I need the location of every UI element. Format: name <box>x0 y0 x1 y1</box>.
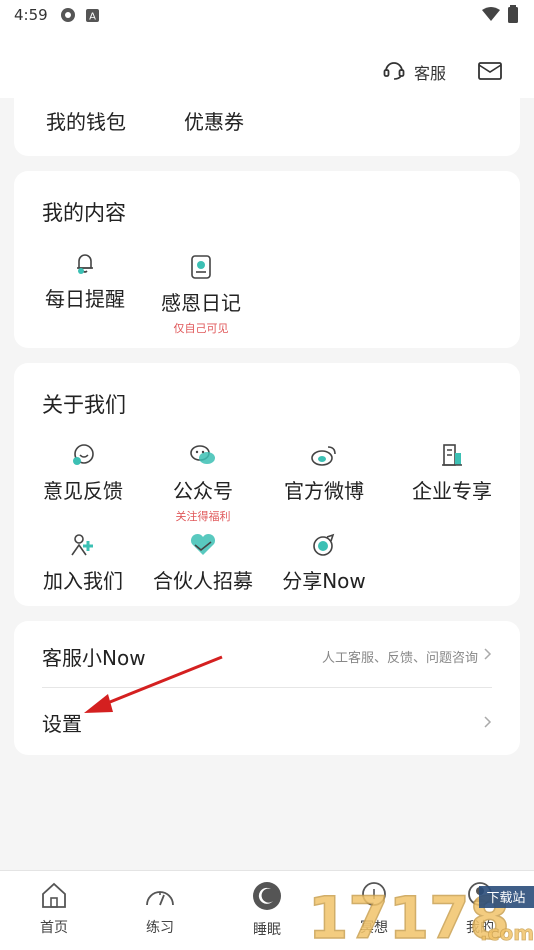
site-watermark: 17178 下载站 .com <box>307 883 534 950</box>
share-icon <box>269 527 379 557</box>
support-card: 客服小Now 人工客服、反馈、问题咨询 设置 <box>14 621 520 755</box>
item-label: 合伙人招募 <box>153 569 253 593</box>
item-label: 感恩日记 <box>161 291 241 315</box>
diary-icon <box>146 249 256 279</box>
tab-label: 睡眠 <box>253 922 281 938</box>
item-label: 意见反馈 <box>43 479 123 503</box>
wechat-icon <box>148 437 258 467</box>
divider <box>42 687 492 688</box>
tab-sleep[interactable]: 睡眠 <box>227 881 307 939</box>
coupons-link[interactable]: 优惠券 <box>184 106 244 135</box>
section-title: 我的内容 <box>42 201 126 225</box>
item-label: 公众号 <box>173 479 233 503</box>
official-account-item[interactable]: 公众号 关注得福利 <box>148 437 258 524</box>
feedback-item[interactable]: 意见反馈 <box>28 437 138 504</box>
service-title: 客服小Now <box>42 645 146 670</box>
customer-service-row[interactable]: 客服小Now 人工客服、反馈、问题咨询 <box>42 623 492 689</box>
join-us-item[interactable]: 加入我们 <box>28 527 138 594</box>
tab-label: 练习 <box>146 920 174 936</box>
battery-icon <box>508 5 518 27</box>
bell-icon <box>30 245 140 275</box>
headset-icon <box>382 58 406 86</box>
moon-icon <box>251 882 283 915</box>
tab-practice[interactable]: 练习 <box>120 881 200 937</box>
gratitude-diary-item[interactable]: 感恩日记 仅自己可见 <box>146 249 256 336</box>
settings-row[interactable]: 设置 <box>42 689 492 755</box>
wifi-icon <box>482 7 500 25</box>
join-icon <box>28 527 138 557</box>
app-notification-icon <box>60 7 76 23</box>
feedback-icon <box>28 437 138 467</box>
my-wallet-link[interactable]: 我的钱包 <box>46 106 126 135</box>
service-hint-text: 人工客服、反馈、问题咨询 <box>321 650 478 666</box>
tab-home[interactable]: 首页 <box>14 881 94 937</box>
item-label: 加入我们 <box>43 569 123 593</box>
daily-reminder-item[interactable]: 每日提醒 <box>30 245 140 312</box>
partner-icon <box>148 527 258 557</box>
item-label: 每日提醒 <box>45 287 125 311</box>
chevron-right-icon <box>484 648 492 664</box>
share-now-item[interactable]: 分享Now <box>269 527 379 594</box>
customer-service-button[interactable]: 客服 <box>382 58 446 86</box>
watermark-badge: 下载站 <box>486 891 525 906</box>
mail-icon[interactable] <box>478 62 502 84</box>
item-sub-label: 仅自己可见 <box>173 322 229 335</box>
service-hint: 人工客服、反馈、问题咨询 <box>322 647 492 666</box>
item-label: 官方微博 <box>284 479 364 503</box>
enterprise-item[interactable]: 企业专享 <box>397 437 507 504</box>
official-weibo-item[interactable]: 官方微博 <box>269 437 379 504</box>
section-title: 关于我们 <box>42 393 126 417</box>
gauge-icon <box>144 891 176 913</box>
about-us-card: 关于我们 意见反馈 公众号 关注得福利 官方微博 企业专享 加入我们 合伙人招募… <box>14 363 520 606</box>
status-time: 4:59 <box>14 6 48 24</box>
enterprise-icon <box>397 437 507 467</box>
item-label: 分享Now <box>282 569 366 593</box>
wallet-card: 我的钱包 优惠券 <box>14 84 520 156</box>
status-bar: 4:59 A <box>0 0 534 30</box>
settings-title: 设置 <box>42 711 82 736</box>
weibo-icon <box>269 437 379 467</box>
my-content-card: 我的内容 每日提醒 感恩日记 仅自己可见 <box>14 171 520 348</box>
item-sub-label: 关注得福利 <box>175 510 231 523</box>
chevron-right-icon <box>484 713 492 732</box>
watermark-suffix: .com <box>480 921 534 945</box>
tab-label: 首页 <box>40 920 68 936</box>
partner-recruit-item[interactable]: 合伙人招募 <box>148 527 258 594</box>
item-label: 企业专享 <box>412 479 492 503</box>
home-icon <box>39 882 69 913</box>
customer-service-label: 客服 <box>413 64 446 83</box>
a-notification-icon: A <box>85 8 99 22</box>
svg-text:A: A <box>89 11 96 22</box>
